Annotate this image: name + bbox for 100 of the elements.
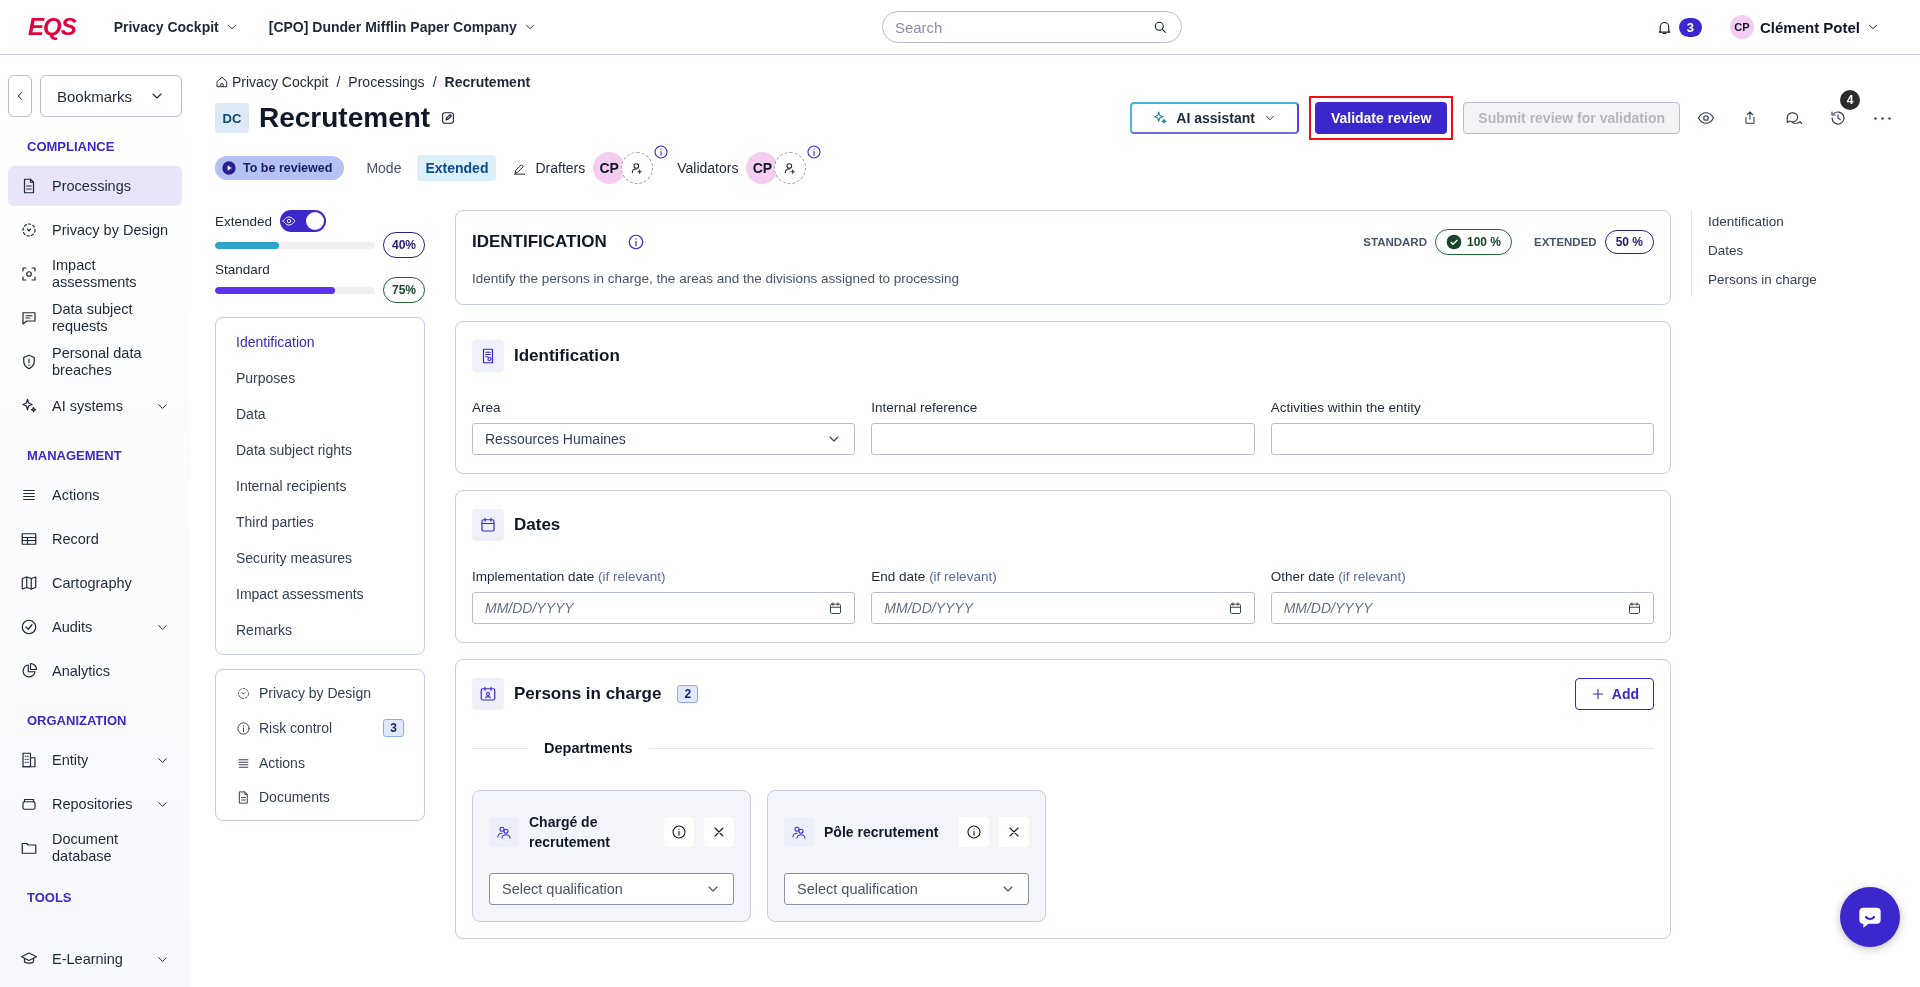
sidebar-item[interactable]: Privacy by Design: [8, 210, 182, 250]
section-heading: COMPLIANCE: [27, 139, 116, 154]
card-title: Dates: [514, 515, 561, 535]
users-icon: [496, 824, 512, 840]
add-user-button[interactable]: [774, 152, 807, 184]
share-icon: [1742, 110, 1758, 126]
date-field[interactable]: MM/DD/YYYY: [472, 592, 856, 624]
group-heading: Departments: [544, 740, 633, 756]
sidebar-item[interactable]: Repositories: [8, 784, 182, 824]
more-icon: [1873, 116, 1891, 120]
processing-badge: DC: [215, 103, 249, 133]
card-icon: [479, 685, 497, 703]
score-label: EXTENDED: [1534, 236, 1597, 248]
section-link[interactable]: Data subject rights: [216, 432, 424, 468]
breadcrumb-current: Recrutement: [444, 74, 531, 90]
breadcrumb-separator: /: [432, 74, 437, 90]
menu-item-icon: [20, 618, 38, 636]
menu-item-icon: [20, 662, 38, 680]
sidebar-item[interactable]: Analytics: [8, 651, 182, 691]
notification-count: 3: [1678, 17, 1702, 37]
sidebar-item[interactable]: Entity: [8, 740, 182, 780]
field-label: Other date (if relevant): [1270, 569, 1407, 584]
sidebar-item[interactable]: Impact assessments: [8, 254, 182, 294]
toc-link[interactable]: Dates: [1708, 243, 1817, 258]
sidebar-item[interactable]: E-Learning: [8, 939, 182, 979]
eye-icon: [282, 214, 297, 228]
company-menu[interactable]: [CPO] Dunder Mifflin Paper Company: [268, 19, 537, 35]
company-logo[interactable]: EQS: [28, 13, 76, 41]
section-link[interactable]: Internal recipients: [216, 468, 424, 504]
play-icon: [221, 160, 237, 176]
comments-icon: [1785, 109, 1803, 127]
section-link[interactable]: Purposes: [216, 360, 424, 396]
field-label: Area: [472, 400, 502, 415]
add-button[interactable]: Add: [1574, 678, 1654, 710]
validate-button[interactable]: Validate review: [1314, 102, 1448, 134]
section-link[interactable]: Remarks: [216, 612, 424, 648]
history-count: 4: [1840, 90, 1860, 110]
section-link[interactable]: Data: [216, 396, 424, 432]
breadcrumb-link[interactable]: Processings: [348, 74, 425, 90]
sidebar-item[interactable]: Record: [8, 519, 182, 559]
select-field[interactable]: Ressources Humaines: [472, 423, 856, 455]
qualification-select[interactable]: Select qualification: [784, 873, 1029, 905]
info-button[interactable]: [959, 817, 989, 847]
related-link[interactable]: Actions: [216, 746, 424, 780]
section-link[interactable]: Security measures: [216, 540, 424, 576]
text-field[interactable]: [1270, 423, 1654, 455]
menu-item-icon: [20, 309, 38, 327]
sidebar-item[interactable]: Processings: [8, 166, 182, 206]
help-chat-button[interactable]: [1840, 887, 1900, 947]
extended-toggle[interactable]: [280, 210, 327, 232]
mode-label: Mode: [366, 160, 402, 176]
user-menu[interactable]: CP Clément Potel: [1729, 15, 1880, 39]
date-field[interactable]: MM/DD/YYYY: [871, 592, 1255, 624]
section-heading: MANAGEMENT: [27, 448, 123, 463]
section-link[interactable]: Impact assessments: [216, 576, 424, 612]
sidebar-item[interactable]: Audits: [8, 607, 182, 647]
info-icon: [653, 144, 670, 160]
sidebar-item[interactable]: Document database: [8, 828, 182, 868]
section-heading: TOOLS: [27, 890, 73, 905]
home-icon: [215, 75, 229, 89]
link-icon: [236, 789, 251, 805]
sidebar-item[interactable]: AI systems: [8, 386, 182, 426]
menu-item-icon: [20, 530, 38, 548]
check-icon: [1446, 234, 1462, 250]
role-label: Drafters: [535, 160, 586, 176]
count-badge: 3: [383, 719, 404, 737]
calendar-icon: [1227, 601, 1243, 616]
related-link[interactable]: Documents: [216, 780, 424, 814]
ai-assistant-button[interactable]: AI assistant: [1130, 102, 1299, 134]
count-badge: 2: [677, 685, 699, 703]
history-icon: [1829, 109, 1847, 127]
field-label: Internal reference: [871, 400, 979, 415]
related-link[interactable]: Privacy by Design: [216, 676, 424, 710]
search-field[interactable]: Search: [881, 11, 1182, 43]
sidebar-item[interactable]: Personal data breaches: [8, 342, 182, 382]
section-description: Identify the persons in charge, the areas and the divisions assigned to processing: [472, 271, 961, 286]
bookmarks-dropdown[interactable]: Bookmarks: [40, 75, 182, 117]
date-field[interactable]: MM/DD/YYYY: [1270, 592, 1654, 624]
menu-item-icon: [20, 751, 38, 769]
module-menu[interactable]: Privacy Cockpit: [113, 19, 239, 35]
card-icon: [479, 516, 497, 534]
toc-link[interactable]: Identification: [1708, 214, 1817, 229]
qualification-select[interactable]: Select qualification: [489, 873, 734, 905]
status-badge: To be reviewed: [215, 156, 345, 180]
person-name: Pôle recrutement: [824, 823, 940, 842]
toc-link[interactable]: Persons in charge: [1708, 272, 1817, 287]
card-title: Identification: [514, 346, 620, 366]
sidebar-item[interactable]: Cartography: [8, 563, 182, 603]
menu-item-icon: [20, 574, 38, 592]
sidebar-item[interactable]: Actions: [8, 475, 182, 515]
section-link[interactable]: Identification: [216, 324, 424, 360]
related-link[interactable]: Risk control 3: [216, 710, 424, 746]
sparkles-icon: [1152, 110, 1169, 126]
sidebar-item[interactable]: Data subject requests: [8, 298, 182, 338]
add-user-button[interactable]: [621, 152, 654, 184]
section-title: IDENTIFICATION: [472, 232, 607, 252]
info-button[interactable]: [664, 817, 694, 847]
breadcrumb-link[interactable]: Privacy Cockpit: [215, 74, 329, 90]
section-link[interactable]: Third parties: [216, 504, 424, 540]
text-field[interactable]: [871, 423, 1255, 455]
